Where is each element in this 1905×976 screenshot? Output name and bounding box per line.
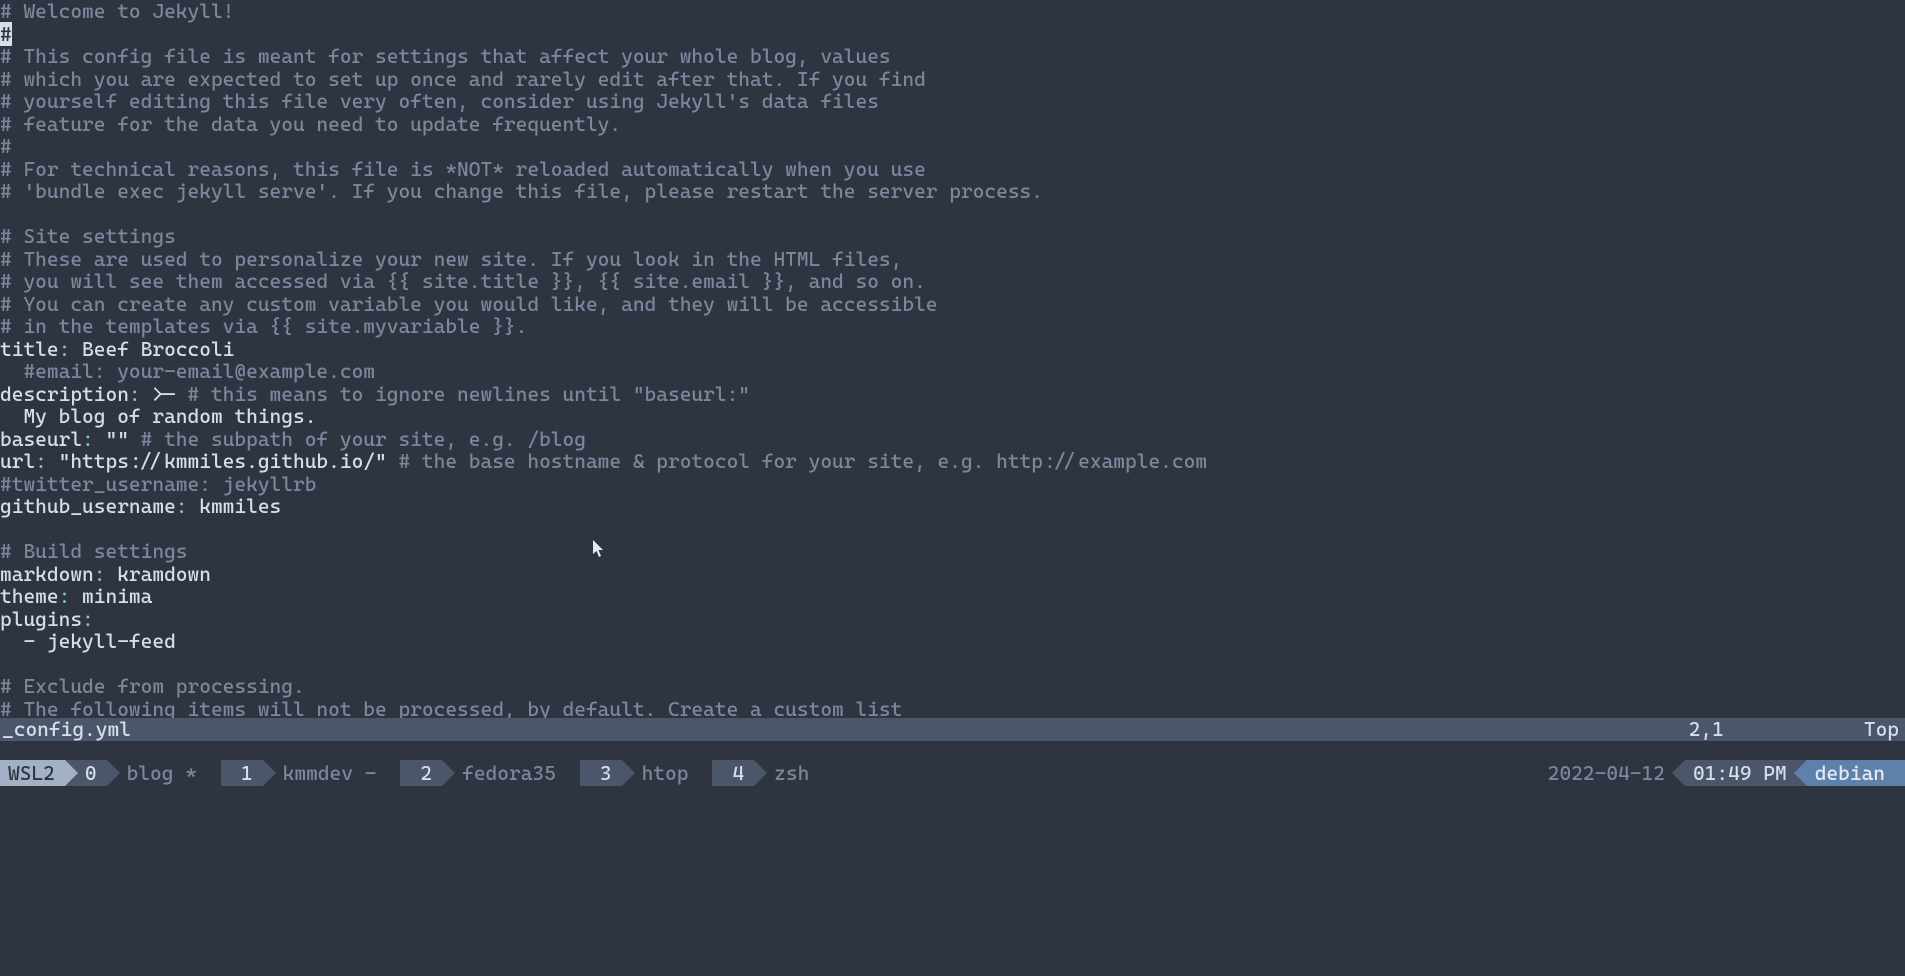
code-line[interactable]: - jekyll-feed <box>0 630 1905 653</box>
code-line[interactable] <box>0 518 1905 541</box>
code-line[interactable]: github_username: kmmiles <box>0 495 1905 518</box>
tmux-session-host[interactable]: WSL2 <box>0 760 65 786</box>
code-line[interactable]: # which you are expected to set up once … <box>0 68 1905 91</box>
code-line[interactable]: # Build settings <box>0 540 1905 563</box>
code-line[interactable]: # Exclude from processing. <box>0 675 1905 698</box>
code-line[interactable]: theme: minima <box>0 585 1905 608</box>
code-line[interactable]: #email: your-email@example.com <box>0 360 1905 383</box>
tmux-window-num[interactable]: 2 <box>400 760 442 786</box>
code-line[interactable]: markdown: kramdown <box>0 563 1905 586</box>
code-line[interactable]: My blog of random things. <box>0 405 1905 428</box>
code-line[interactable]: # Welcome to Jekyll! <box>0 0 1905 23</box>
tmux-window-num[interactable]: 3 <box>580 760 622 786</box>
code-line[interactable]: # feature for the data you need to updat… <box>0 113 1905 136</box>
code-line[interactable]: title: Beef Broccoli <box>0 338 1905 361</box>
code-line[interactable] <box>0 203 1905 226</box>
tmux-host-right: debian <box>1807 760 1905 786</box>
terminal-editor[interactable]: # Welcome to Jekyll!## This config file … <box>0 0 1905 976</box>
tmux-statusbar: WSL2 0 blog * 1kmmdev -2fedora353htop4zs… <box>0 760 1905 786</box>
tmux-window-num[interactable]: 1 <box>221 760 263 786</box>
code-line[interactable]: # Site settings <box>0 225 1905 248</box>
tmux-windows: 1kmmdev -2fedora353htop4zsh <box>207 760 819 786</box>
code-buffer[interactable]: # Welcome to Jekyll!## This config file … <box>0 0 1905 720</box>
code-line[interactable]: # For technical reasons, this file is *N… <box>0 158 1905 181</box>
code-line[interactable]: # The following items will not be proces… <box>0 698 1905 721</box>
code-line[interactable]: # in the templates via {{ site.myvariabl… <box>0 315 1905 338</box>
code-line[interactable]: # yourself editing this file very often,… <box>0 90 1905 113</box>
status-scroll: Top <box>1864 718 1899 741</box>
code-line[interactable]: # <box>0 23 1905 46</box>
tmux-date: 2022-04-12 <box>1540 760 1685 786</box>
tmux-window-name[interactable]: fedora35 <box>442 760 566 786</box>
code-line[interactable]: plugins: <box>0 608 1905 631</box>
code-line[interactable]: # You can create any custom variable you… <box>0 293 1905 316</box>
code-line[interactable]: #twitter_username: jekyllrb <box>0 473 1905 496</box>
code-line[interactable]: baseurl: "" # the subpath of your site, … <box>0 428 1905 451</box>
code-line[interactable]: url: "https://kmmiles.github.io/" # the … <box>0 450 1905 473</box>
code-line[interactable]: # you will see them accessed via {{ site… <box>0 270 1905 293</box>
status-filename: _config.yml <box>0 718 131 741</box>
code-line[interactable]: # These are used to personalize your new… <box>0 248 1905 271</box>
status-position: 2,1 <box>1689 718 1724 741</box>
tmux-session-name[interactable]: blog * <box>107 760 207 786</box>
code-line[interactable]: # <box>0 135 1905 158</box>
code-line[interactable] <box>0 653 1905 676</box>
vim-statusline: _config.yml 2,1 Top <box>0 718 1905 741</box>
tmux-time: 01:49 PM <box>1685 760 1807 786</box>
code-line[interactable]: description: >- # this means to ignore n… <box>0 383 1905 406</box>
tmux-window-num[interactable]: 4 <box>712 760 754 786</box>
code-line[interactable]: # 'bundle exec jekyll serve'. If you cha… <box>0 180 1905 203</box>
tmux-window-name[interactable]: kmmdev - <box>263 760 387 786</box>
code-line[interactable]: # This config file is meant for settings… <box>0 45 1905 68</box>
